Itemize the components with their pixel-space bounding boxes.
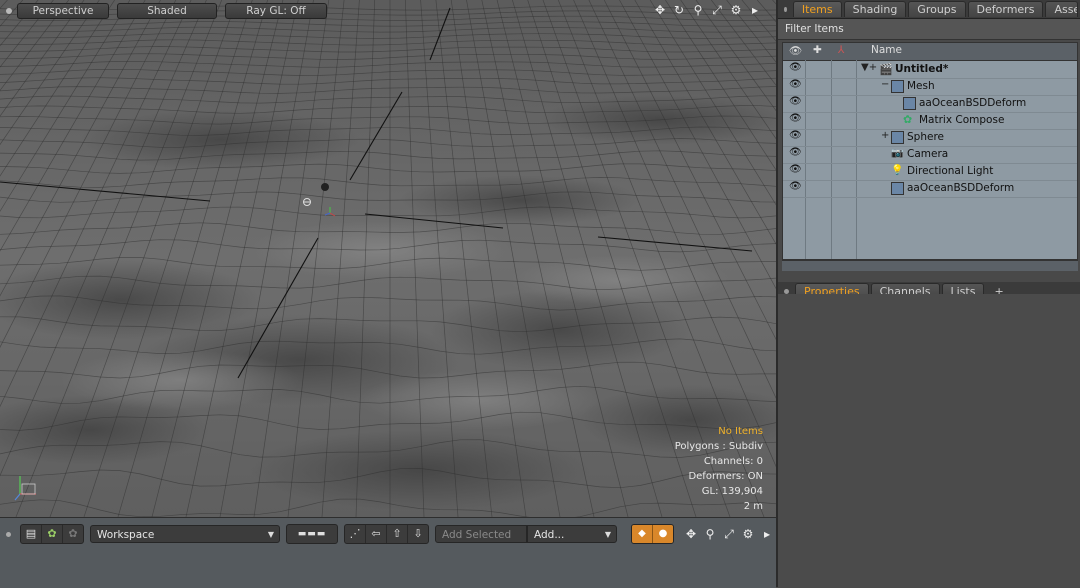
grid-icon: ▬▬▬ — [297, 529, 327, 539]
tab-deformers[interactable]: Deformers — [967, 1, 1044, 17]
deformers-status: Deformers: ON — [688, 471, 763, 482]
mesh-cube-icon — [891, 131, 904, 144]
visibility-header-icon[interactable]: 👁 — [789, 44, 802, 57]
move-view-icon[interactable]: ✥ — [653, 3, 667, 17]
eye-icon[interactable]: 👁 — [789, 113, 802, 124]
tree-row-directional-light[interactable]: 👁 💡 Directional Light — [783, 163, 1077, 181]
light-icon: 💡 — [891, 165, 904, 176]
tree-row-sphere[interactable]: 👁 + Sphere — [783, 129, 1077, 147]
ocean-terrain-render[interactable] — [0, 0, 776, 517]
gl-count-status: GL: 139,904 — [701, 486, 763, 497]
eye-icon[interactable]: 👁 — [789, 181, 802, 192]
workspace-label: Workspace — [97, 529, 155, 541]
layout-button-group: ▤ ✿ ✿ — [20, 524, 84, 544]
scene-clapper-icon: 🎬 — [879, 63, 893, 76]
eye-icon[interactable]: 👁 — [789, 79, 802, 90]
key-circle-icon[interactable]: ● — [652, 525, 673, 543]
polygons-status: Polygons : Subdiv — [674, 441, 763, 452]
eye-icon[interactable]: 👁 — [789, 62, 802, 73]
rotate-view-icon[interactable]: ↻ — [672, 3, 686, 17]
viewport-menu-dot[interactable] — [6, 7, 12, 14]
viewport-toolbar: Perspective Shaded Ray GL: Off ✥ ↻ ⚲ ⤢ ⚙… — [0, 0, 776, 21]
add-selected-field[interactable]: Add Selected — [435, 525, 527, 543]
zoom-view-icon[interactable]: ⚲ — [691, 3, 705, 17]
view-mode-dropdown[interactable]: Perspective — [17, 2, 109, 19]
axis-gizmo-icon — [14, 476, 36, 501]
panel-menu-dot[interactable] — [784, 6, 787, 12]
expand-arrow-icon[interactable]: ▸ — [760, 527, 774, 542]
add-label: Add... — [534, 529, 565, 541]
collapse-minus-icon[interactable]: − — [881, 79, 889, 90]
bottom-toolbar: ▤ ✿ ✿ Workspace ▼ ▬▬▬ ⋰ ⇦ ⇧ ⇩ Add Select… — [0, 517, 776, 588]
arrow-up-icon[interactable]: ⇧ — [387, 525, 408, 543]
eye-icon[interactable]: 👁 — [789, 130, 802, 141]
properties-panel — [778, 294, 1080, 587]
selection-status: No Items — [718, 426, 763, 437]
transform-icon[interactable]: ⋰ — [345, 525, 366, 543]
expand-arrow-icon[interactable]: ▸ — [748, 3, 762, 17]
tab-groups[interactable]: Groups — [908, 1, 966, 17]
transform-button-group: ⋰ ⇦ ⇧ ⇩ — [344, 524, 429, 544]
tree-row-untitled[interactable]: 👁 ▼+ 🎬 Untitled* — [783, 61, 1077, 79]
tree-row-matrix-compose[interactable]: 👁 ✿ Matrix Compose — [783, 112, 1077, 130]
filter-items-field[interactable]: Filter Items — [778, 19, 1080, 40]
add-dropdown[interactable]: Add... ▼ — [527, 525, 617, 543]
tree-row-camera[interactable]: 👁 📷 Camera — [783, 146, 1077, 164]
zoom-view-icon[interactable]: ⚲ — [703, 527, 717, 542]
arrow-left-icon[interactable]: ⇦ — [366, 525, 387, 543]
eye-icon[interactable]: 👁 — [789, 147, 802, 158]
eye-icon[interactable]: 👁 — [789, 164, 802, 175]
tab-items[interactable]: Items — [792, 1, 842, 17]
mesh-cube-icon — [891, 80, 904, 93]
viewport-info-overlay: No Items Polygons : Subdiv Channels: 0 D… — [675, 424, 763, 514]
gear-icon[interactable]: ⚙ — [729, 3, 743, 17]
tree-row-aaoceanbsddeform-child[interactable]: 👁 aaOceanBSDDeform — [783, 95, 1077, 113]
panel-menu-dot[interactable] — [784, 288, 789, 294]
raygl-toggle[interactable]: Ray GL: Off — [225, 2, 327, 19]
deformer-cube-icon — [891, 182, 904, 195]
items-tabbar: Items Shading Groups Deformers Assembli — [778, 0, 1080, 19]
expand-plus-icon[interactable]: + — [881, 130, 889, 141]
collapse-arrow-icon[interactable]: ▼+ — [861, 62, 877, 73]
gear-cog-icon[interactable]: ✿ — [42, 525, 63, 543]
name-column-header[interactable]: Name — [871, 44, 902, 56]
tree-row-mesh[interactable]: 👁 − Mesh — [783, 78, 1077, 96]
gear-cog-dim-icon[interactable]: ✿ — [63, 525, 83, 543]
right-panel: Items Shading Groups Deformers Assembli … — [776, 0, 1080, 587]
item-list-tree[interactable]: 👁 ✚ ⅄ Name 👁 ▼+ 🎬 Untitled* 👁 − Mesh 👁 a… — [782, 42, 1078, 260]
gear-icon[interactable]: ⚙ — [741, 527, 755, 542]
render-header-icon[interactable]: ⅄ — [838, 44, 844, 56]
lock-header-icon[interactable]: ✚ — [813, 44, 822, 56]
layout-icon[interactable]: ▤ — [21, 525, 42, 543]
fit-view-icon[interactable]: ⤢ — [710, 3, 724, 17]
grid-scale-status: 2 m — [743, 501, 763, 512]
matrix-gear-icon: ✿ — [903, 113, 913, 126]
chevron-down-icon: ▼ — [267, 530, 274, 539]
tab-shading[interactable]: Shading — [843, 1, 907, 17]
tree-header: 👁 ✚ ⅄ Name — [783, 43, 1077, 61]
eye-icon[interactable]: 👁 — [789, 96, 802, 107]
bottom-menu-dot[interactable] — [6, 531, 11, 537]
fit-view-icon[interactable]: ⤢ — [722, 527, 736, 542]
shading-dropdown[interactable]: Shaded — [117, 2, 217, 19]
tree-row-aaoceanbsddeform[interactable]: 👁 aaOceanBSDDeform — [783, 180, 1077, 198]
tree-resize-handle[interactable] — [782, 260, 1078, 271]
arrow-down-icon[interactable]: ⇩ — [408, 525, 428, 543]
move-view-icon[interactable]: ✥ — [684, 527, 698, 542]
tab-assembli[interactable]: Assembli — [1045, 1, 1078, 17]
channels-status: Channels: 0 — [703, 456, 763, 467]
deformer-cube-icon — [903, 97, 916, 110]
key-diamond-icon[interactable]: ◆ — [632, 525, 652, 543]
keyframe-button-group: ◆ ● — [631, 524, 674, 544]
workspace-dropdown[interactable]: Workspace ▼ — [90, 525, 280, 543]
camera-icon: 📷 — [891, 148, 904, 159]
grid-view-button[interactable]: ▬▬▬ — [286, 524, 338, 544]
3d-viewport[interactable]: Perspective Shaded Ray GL: Off ✥ ↻ ⚲ ⤢ ⚙… — [0, 0, 776, 517]
chevron-down-icon: ▼ — [604, 530, 611, 539]
